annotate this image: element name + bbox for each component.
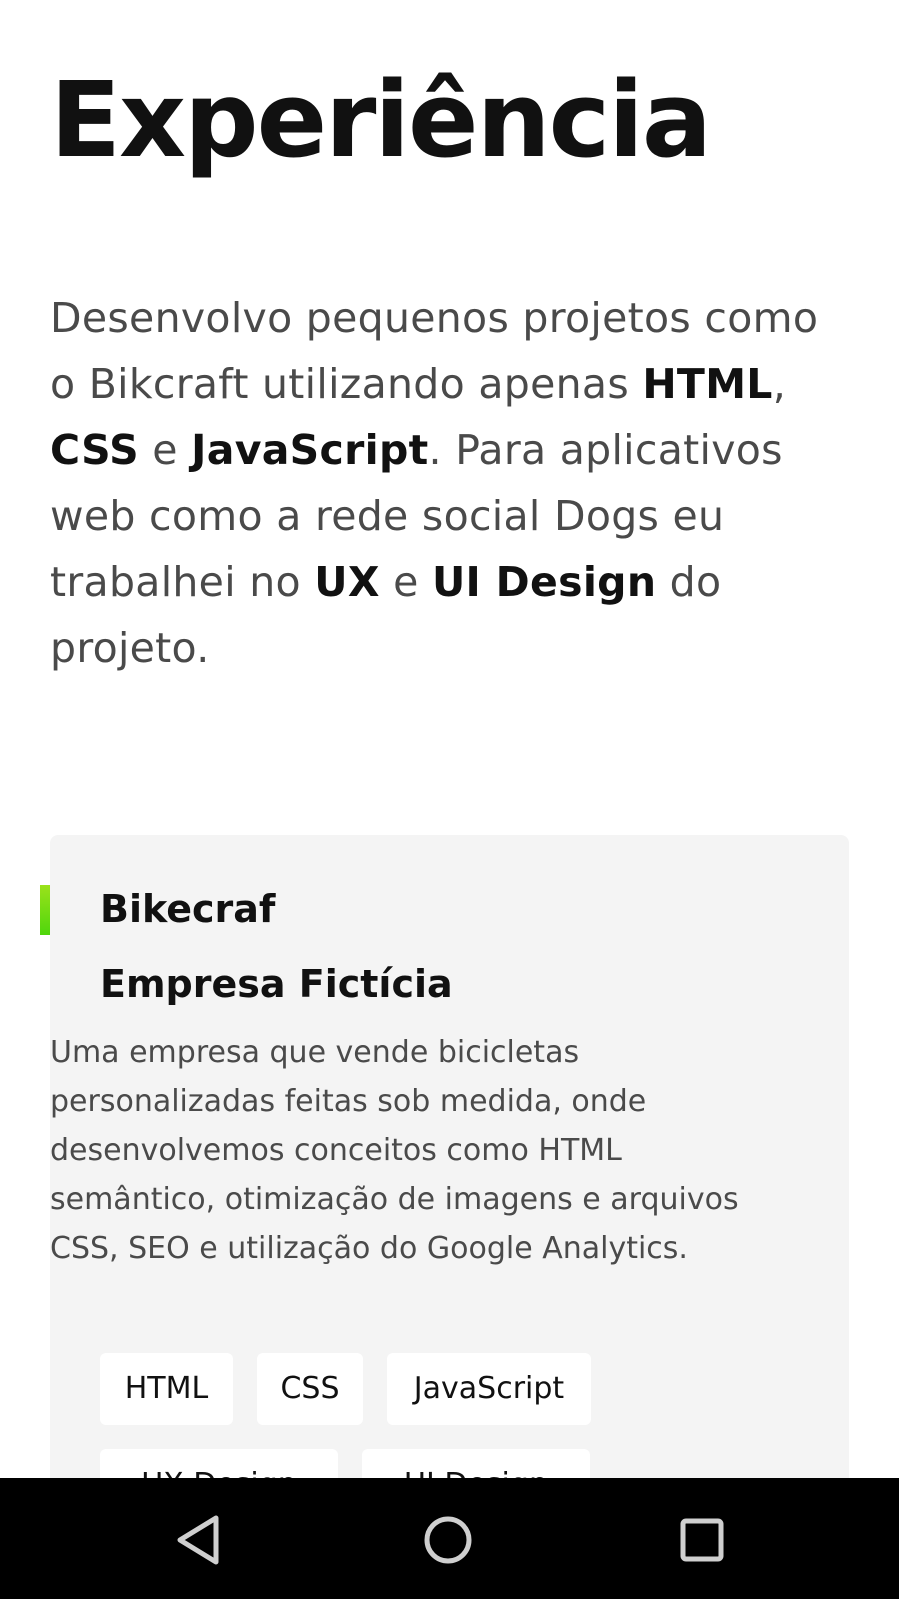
tag: HTML [100,1353,233,1425]
intro-highlight: UI Design [431,558,657,606]
intro-text: e [138,426,192,474]
intro-highlight: JavaScript [191,426,429,474]
card-accent-bar [40,885,50,935]
recents-button[interactable] [662,1500,742,1580]
recents-icon [680,1518,724,1562]
card-title: Bikecraf [100,887,276,931]
card-subtitle: Empresa Fictícia [100,962,453,1006]
intro-highlight: HTML [642,360,773,408]
intro-text: e [379,558,432,606]
tag: UI Design [362,1449,590,1478]
intro-highlight: UX [314,558,380,606]
home-icon [424,1516,472,1564]
tag: UX Design [100,1449,338,1478]
intro-text: , [772,360,787,408]
back-button[interactable] [158,1500,238,1580]
tag: JavaScript [387,1353,591,1425]
experience-page: Experiência Desenvolvo pequenos projetos… [0,0,899,1478]
intro-paragraph: Desenvolvo pequenos projetos como o Bikc… [50,285,850,681]
page-title: Experiência [50,59,712,181]
back-icon [177,1515,219,1565]
home-button[interactable] [408,1500,488,1580]
intro-highlight: CSS [50,426,139,474]
tag: CSS [257,1353,363,1425]
card-description: Uma empresa que vende bicicletas persona… [50,1035,739,1266]
system-navigation-bar [0,1478,899,1599]
